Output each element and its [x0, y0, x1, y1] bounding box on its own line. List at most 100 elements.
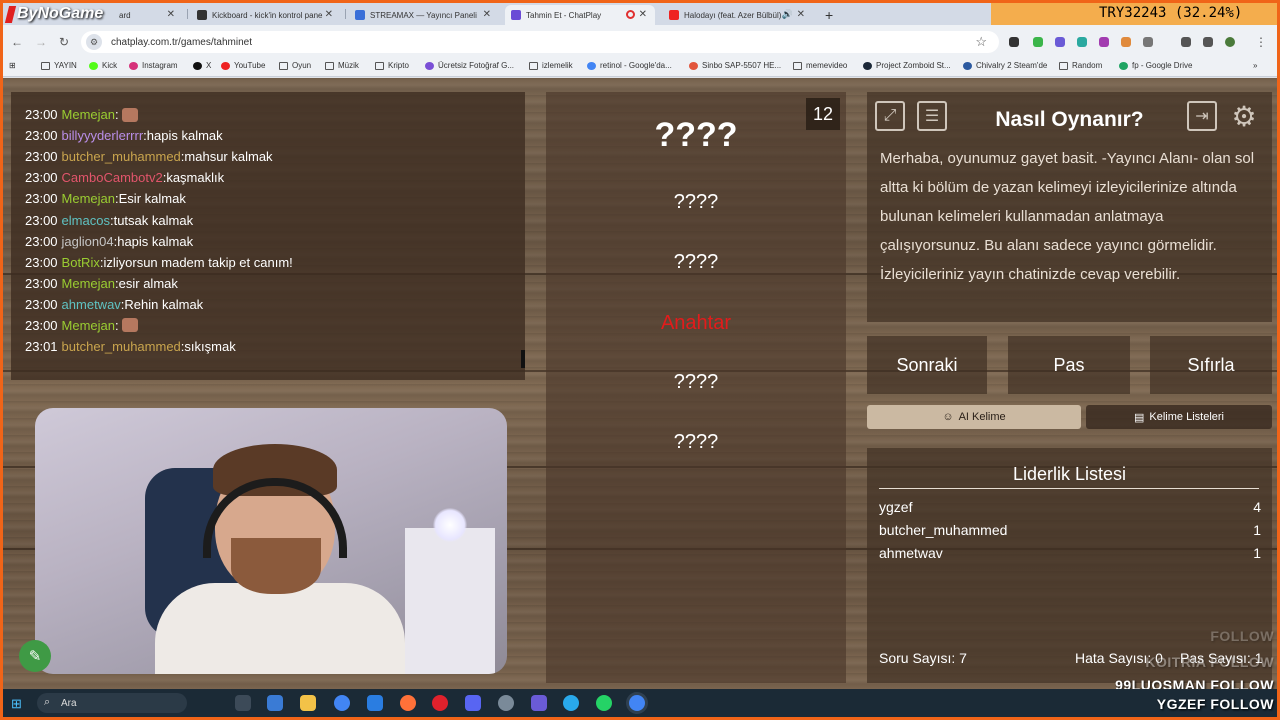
- chat-username[interactable]: BotRix: [62, 255, 100, 270]
- new-tab-button[interactable]: +: [819, 5, 839, 25]
- pencil-icon[interactable]: ✎: [19, 640, 51, 672]
- chat-username[interactable]: butcher_muhammed: [62, 339, 181, 354]
- search-placeholder: Ara: [61, 697, 77, 709]
- tab-kickboard[interactable]: Kickboard - kick'in kontrol pane ✕: [191, 5, 341, 25]
- back-arrow-icon[interactable]: ←: [11, 35, 23, 49]
- apps-grid-icon[interactable]: ⊞: [9, 61, 16, 70]
- media-icon[interactable]: [1203, 37, 1213, 47]
- currency-widget: TRY32243 (32.24%): [991, 3, 1277, 25]
- chat-time: 23:00: [25, 296, 58, 312]
- logo-mark: [4, 5, 17, 23]
- bookmark-yayin[interactable]: YAYIN: [41, 61, 77, 70]
- url-field[interactable]: ⚙ chatplay.com.tr/games/tahminet ☆: [81, 31, 999, 53]
- opera-icon[interactable]: [432, 695, 448, 711]
- chat-username[interactable]: Memejan: [62, 318, 115, 333]
- bookmark-youtube[interactable]: YouTube: [221, 61, 265, 70]
- extension-icon[interactable]: [1055, 37, 1065, 47]
- firefox-icon[interactable]: [400, 695, 416, 711]
- recording-icon: [626, 10, 635, 19]
- chat-username[interactable]: Memejan: [62, 107, 115, 122]
- bookmark-retinol[interactable]: retinol - Google'da...: [587, 61, 672, 70]
- chat-username[interactable]: Memejan: [62, 276, 115, 291]
- bookmark-sinbo[interactable]: Sinbo SAP-5507 HE...: [689, 61, 781, 70]
- tab-tahmin-et[interactable]: Tahmin Et - ChatPlay ✕: [505, 5, 655, 25]
- word-lists-button[interactable]: ▤ Kelime Listeleri: [1086, 405, 1272, 429]
- tab-youtube[interactable]: Halodayı (feat. Azer Bülbül) 🔊 ✕: [663, 5, 813, 25]
- tab-label: Halodayı (feat. Azer Bülbül): [684, 10, 782, 20]
- close-icon[interactable]: ✕: [483, 9, 491, 20]
- chat-username[interactable]: jaglion04: [62, 234, 114, 249]
- bookmark-muzik[interactable]: Müzik: [325, 61, 359, 70]
- close-icon[interactable]: ✕: [167, 9, 175, 20]
- site-info-icon[interactable]: ⚙: [86, 34, 102, 50]
- bookmark-memevideo[interactable]: memevideo: [793, 61, 847, 70]
- telegram-icon[interactable]: [563, 695, 579, 711]
- chat-time: 23:01: [25, 339, 58, 355]
- tab-dashboard[interactable]: ard ✕: [113, 5, 183, 25]
- chat-panel: 23:00 Memejan: 23:00 billyyyderlerrrr: hap…: [11, 92, 525, 380]
- chat-scrollbar[interactable]: [521, 350, 525, 368]
- more-bookmarks-icon[interactable]: »: [1253, 61, 1257, 70]
- bookmark-foto[interactable]: Ücretsiz Fotoğraf G...: [425, 61, 514, 70]
- word-lists-label: Kelime Listeleri: [1149, 411, 1224, 423]
- chat-text: kaşmaklık: [166, 170, 225, 186]
- chrome-icon[interactable]: [334, 695, 350, 711]
- extension-icon[interactable]: [1077, 37, 1087, 47]
- bookmark-kick[interactable]: Kick: [89, 61, 117, 70]
- chat-username[interactable]: ahmetwav: [62, 297, 121, 312]
- chat-text: Esir kalmak: [118, 191, 186, 207]
- bookmark-instagram[interactable]: Instagram: [129, 61, 178, 70]
- exit-icon[interactable]: ⇥: [1187, 101, 1217, 131]
- task-view-icon[interactable]: [235, 695, 251, 711]
- word-panel: 12 ???? ???? ???? Anahtar ???? ????: [546, 92, 846, 683]
- menu-dots-icon[interactable]: ⋮: [1255, 35, 1267, 49]
- extension-icon[interactable]: [1009, 37, 1019, 47]
- close-icon[interactable]: ✕: [639, 9, 647, 20]
- mail-icon[interactable]: [367, 695, 383, 711]
- bookmark-drive[interactable]: fp - Google Drive: [1119, 61, 1192, 70]
- reload-icon[interactable]: ↻: [59, 35, 69, 49]
- reset-button[interactable]: Sıfırla: [1150, 336, 1272, 394]
- leaderboard-title: Liderlik Listesi: [1012, 464, 1127, 484]
- obs-icon[interactable]: [498, 695, 514, 711]
- bookmark-random[interactable]: Random: [1059, 61, 1102, 70]
- copilot-icon[interactable]: [267, 695, 283, 711]
- file-explorer-icon[interactable]: [300, 695, 316, 711]
- whatsapp-icon[interactable]: [596, 695, 612, 711]
- app-icon[interactable]: [531, 695, 547, 711]
- next-button[interactable]: Sonraki: [867, 336, 987, 394]
- chat-text: mahsur kalmak: [184, 149, 273, 165]
- forward-arrow-icon[interactable]: →: [35, 35, 47, 49]
- ai-word-button[interactable]: ☺ AI Kelime: [867, 405, 1081, 429]
- taskbar-search[interactable]: ⌕ Ara: [37, 693, 187, 713]
- bookmark-star-icon[interactable]: ☆: [975, 34, 987, 50]
- close-icon[interactable]: ✕: [797, 9, 805, 20]
- extension-icon[interactable]: [1121, 37, 1131, 47]
- chat-username[interactable]: billyyyderlerrrr: [62, 128, 144, 143]
- pass-button[interactable]: Pas: [1008, 336, 1130, 394]
- chat-username[interactable]: butcher_muhammed: [62, 149, 181, 164]
- extension-icon[interactable]: [1099, 37, 1109, 47]
- bookmark-x[interactable]: X: [193, 61, 211, 70]
- tab-label: ard: [119, 10, 131, 20]
- gear-icon[interactable]: ⚙: [1229, 101, 1259, 132]
- tab-streamax[interactable]: STREAMAX — Yayıncı Paneli ✕: [349, 5, 499, 25]
- extension-icon[interactable]: [1033, 37, 1043, 47]
- bookmark-chivalry[interactable]: Chivalry 2 Steam'de: [963, 61, 1047, 70]
- profile-avatar[interactable]: [1225, 37, 1235, 47]
- chrome-active-icon[interactable]: [629, 695, 645, 711]
- chat-username[interactable]: Memejan: [62, 191, 115, 206]
- bookmark-oyun[interactable]: Oyun: [279, 61, 311, 70]
- chat-text: Rehin kalmak: [124, 296, 204, 312]
- bookmark-kripto[interactable]: Kripto: [375, 61, 409, 70]
- windows-start-icon[interactable]: ⊞: [11, 696, 22, 712]
- chat-username[interactable]: CamboCambotv2: [62, 170, 163, 185]
- download-icon[interactable]: [1181, 37, 1191, 47]
- discord-icon[interactable]: [465, 695, 481, 711]
- bookmark-izlemelik[interactable]: izlemelik: [529, 61, 573, 70]
- puzzle-icon[interactable]: [1143, 37, 1153, 47]
- chat-username[interactable]: elmacos: [62, 213, 110, 228]
- bookmark-zomboid[interactable]: Project Zomboid St...: [863, 61, 951, 70]
- player-name: ygzef: [879, 499, 913, 515]
- close-icon[interactable]: ✕: [325, 9, 333, 20]
